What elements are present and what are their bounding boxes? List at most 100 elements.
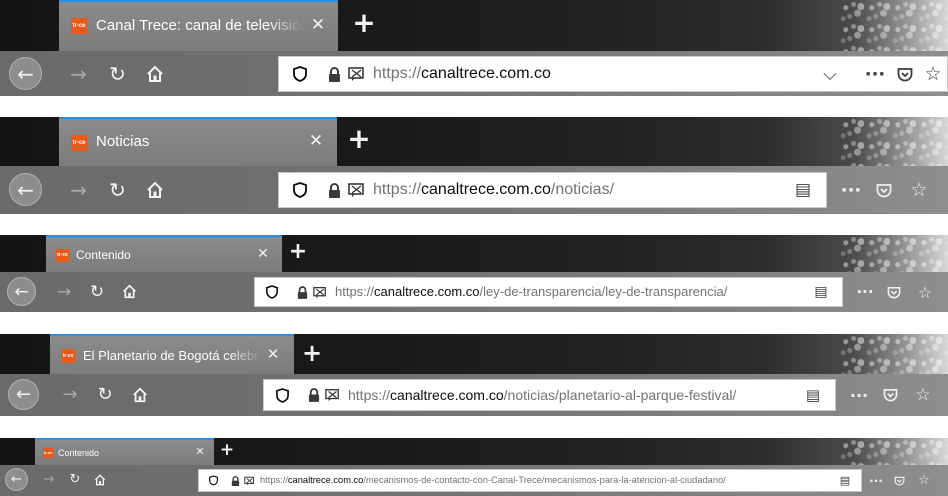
lock-icon[interactable]	[293, 283, 311, 301]
back-button[interactable]: ←	[5, 468, 28, 491]
pocket-icon[interactable]	[866, 183, 902, 198]
back-button[interactable]: ←	[9, 173, 42, 206]
star-icon[interactable]: ☆	[902, 179, 936, 201]
url-bar[interactable]: https://canaltrece.com.co/noticias/ ▤	[278, 172, 827, 208]
url-path: /ley-de-transparencia/ley-de-transparenc…	[479, 284, 728, 299]
reload-icon[interactable]: ↻	[101, 173, 134, 206]
back-button[interactable]: ←	[7, 277, 36, 306]
tab-active[interactable]: tr-ce Contenido ✕	[35, 438, 214, 465]
reload-icon[interactable]: ↻	[90, 379, 120, 410]
reader-view-icon[interactable]: ▤	[788, 180, 818, 200]
new-tab-button[interactable]: +	[218, 439, 236, 461]
forward-button[interactable]: →	[62, 173, 95, 206]
nav-toolbar: ← → ↻ https://canaltrece.com.co ⌵ ··· ☆	[0, 51, 948, 96]
url-text: https://canaltrece.com.co/mecanismos-de-…	[260, 474, 835, 487]
new-tab-button[interactable]: +	[351, 6, 377, 40]
shield-icon[interactable]	[206, 474, 220, 488]
shield-icon[interactable]	[273, 386, 292, 405]
reader-view-icon[interactable]: ▤	[808, 284, 834, 300]
home-icon[interactable]	[125, 379, 155, 410]
shield-icon[interactable]	[289, 63, 311, 85]
home-icon[interactable]	[115, 277, 143, 306]
browser-window-3: tr-ce Contenido ✕ + ← → ↻ https://canalt…	[0, 235, 948, 312]
page-actions-icon[interactable]: ···	[859, 64, 891, 85]
pocket-icon[interactable]	[891, 67, 919, 82]
url-bar-actions: ▤	[808, 284, 842, 300]
url-path: /noticias/	[550, 181, 615, 198]
reader-view-icon[interactable]: ▤	[835, 474, 855, 487]
reload-icon[interactable]: ↻	[64, 468, 86, 491]
reader-view-icon[interactable]: ▤	[799, 386, 827, 404]
site-favicon: tr-ce	[43, 448, 53, 458]
url-text: https://canaltrece.com.co/ley-de-transpa…	[335, 283, 808, 301]
chevron-down-icon[interactable]: ⌵	[815, 64, 845, 85]
close-icon[interactable]: ✕	[306, 130, 326, 152]
forward-button[interactable]: →	[62, 57, 95, 90]
back-button[interactable]: ←	[8, 379, 39, 410]
nav-toolbar: ← → ↻ https://canaltrece.com.co/ley-de-t…	[0, 272, 948, 312]
back-button[interactable]: ←	[9, 57, 42, 90]
url-bar[interactable]: https://canaltrece.com.co/noticias/plane…	[263, 379, 836, 411]
url-bar[interactable]: https://canaltrece.com.co/ley-de-transpa…	[254, 277, 843, 307]
url-bar-actions: ⌵ ··· ☆	[815, 63, 947, 85]
lock-icon[interactable]	[304, 386, 323, 405]
lock-icon[interactable]	[228, 474, 242, 488]
url-scheme: https://	[373, 181, 422, 198]
new-tab-button[interactable]: +	[287, 238, 309, 266]
close-icon[interactable]: ✕	[308, 14, 328, 36]
pocket-icon[interactable]	[878, 286, 910, 299]
permissions-icon[interactable]	[323, 386, 342, 405]
tab-active[interactable]: tr-ce Noticias ✕	[59, 117, 337, 166]
shield-icon[interactable]	[289, 179, 311, 201]
tab-active[interactable]: tr-ce Canal Trece: canal de televisión ✕	[59, 0, 338, 51]
shield-icon[interactable]	[263, 283, 281, 301]
star-icon[interactable]: ☆	[907, 385, 939, 405]
browser-window-4: tr-ce El Planetario de Bogotá celebra ✕ …	[0, 334, 948, 416]
toolbar-actions: ··· ☆	[836, 178, 936, 202]
home-icon[interactable]	[138, 57, 171, 90]
forward-button[interactable]: →	[55, 379, 85, 410]
url-bar[interactable]: https://canaltrece.com.co/mecanismos-de-…	[198, 469, 862, 492]
page-actions-icon[interactable]: ···	[866, 474, 886, 488]
star-icon[interactable]: ☆	[912, 473, 936, 488]
close-icon[interactable]: ✕	[254, 245, 272, 263]
home-icon[interactable]	[89, 468, 111, 491]
permissions-icon[interactable]	[345, 179, 367, 201]
tab-active[interactable]: tr-ce El Planetario de Bogotá celebra ✕	[50, 334, 294, 374]
browser-window-2: tr-ce Noticias ✕ + ← → ↻ https://canaltr…	[0, 117, 948, 214]
new-tab-button[interactable]: +	[346, 122, 372, 156]
star-icon[interactable]: ☆	[919, 63, 947, 85]
new-tab-button[interactable]: +	[300, 338, 324, 368]
tab-title: El Planetario de Bogotá celebra	[83, 348, 261, 363]
site-favicon: tr-ce	[71, 135, 87, 151]
url-text: https://canaltrece.com.co	[373, 63, 815, 85]
forward-button[interactable]: →	[50, 277, 78, 306]
reload-icon[interactable]: ↻	[83, 277, 111, 306]
pocket-icon[interactable]	[886, 476, 912, 486]
forward-button[interactable]: →	[38, 468, 60, 491]
permissions-icon[interactable]	[345, 63, 367, 85]
browser-window-1: tr-ce Canal Trece: canal de televisión ✕…	[0, 0, 948, 96]
lock-icon[interactable]	[323, 63, 345, 85]
url-path: /noticias/planetario-al-parque-festival/	[503, 386, 737, 403]
url-scheme: https://	[260, 475, 288, 485]
url-domain: canaltrece.com.co	[390, 386, 504, 403]
page-actions-icon[interactable]: ···	[852, 283, 878, 301]
url-bar[interactable]: https://canaltrece.com.co ⌵ ··· ☆	[278, 56, 948, 92]
pocket-icon[interactable]	[873, 388, 907, 402]
reload-icon[interactable]: ↻	[101, 57, 134, 90]
page-actions-icon[interactable]: ···	[845, 386, 873, 405]
site-favicon: tr-ce	[61, 349, 75, 363]
permissions-icon[interactable]	[242, 474, 256, 488]
url-domain: canaltrece.com.co	[421, 65, 551, 82]
page-actions-icon[interactable]: ···	[836, 180, 866, 201]
lock-icon[interactable]	[323, 179, 345, 201]
nav-toolbar: ← → ↻ https://canaltrece.com.co/noticias…	[0, 374, 948, 416]
home-icon[interactable]	[138, 173, 171, 206]
permissions-icon[interactable]	[311, 283, 329, 301]
close-icon[interactable]: ✕	[193, 445, 207, 459]
site-favicon: tr-ce	[71, 18, 87, 34]
tab-active[interactable]: tr-ce Contenido ✕	[46, 235, 282, 272]
close-icon[interactable]: ✕	[264, 345, 282, 364]
star-icon[interactable]: ☆	[910, 283, 940, 302]
